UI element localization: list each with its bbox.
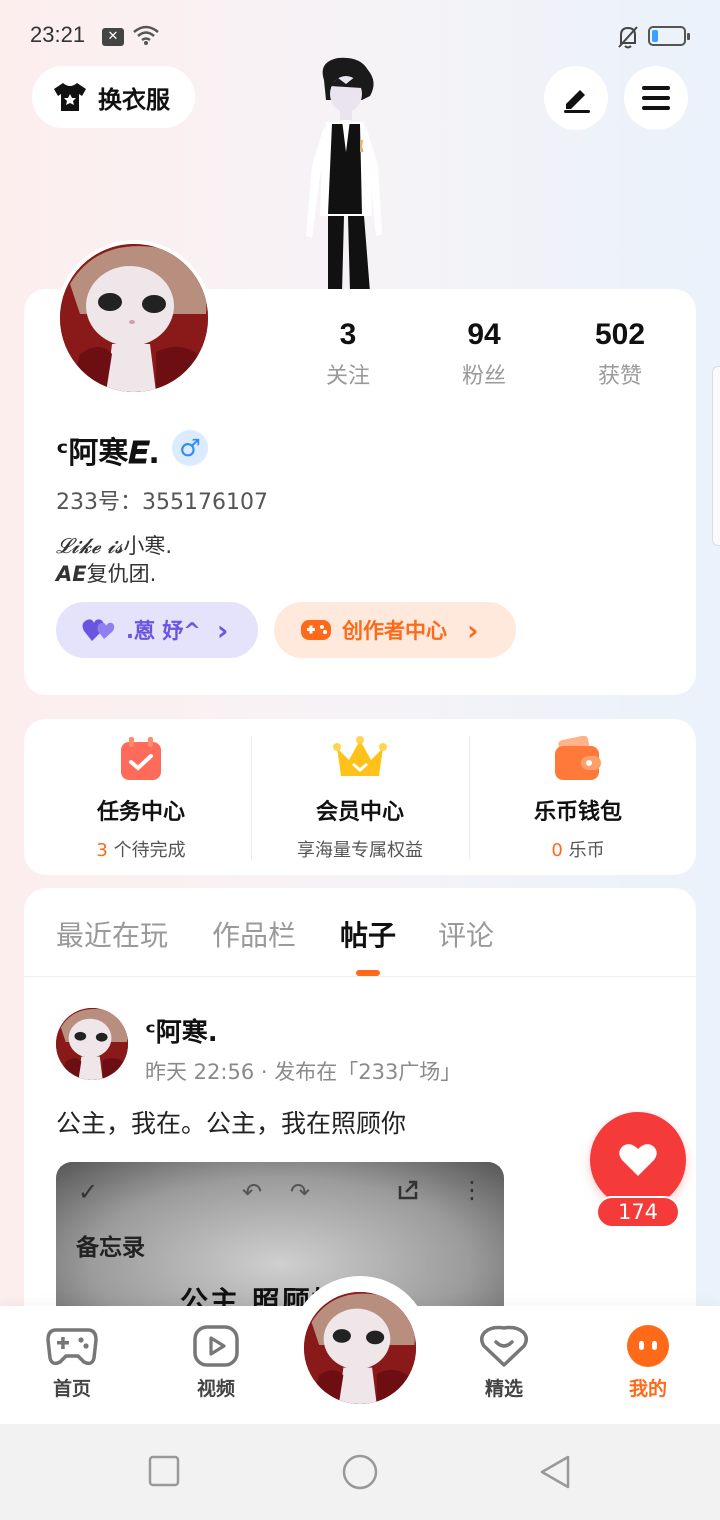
bio-script-text: 𝓛𝓲𝓴𝓮 𝓲𝓼 xyxy=(56,534,124,558)
task-center-subtitle: 3 个待完成 xyxy=(32,836,250,862)
likes-received-label: 获赞 xyxy=(597,364,642,389)
heart-chat-icon xyxy=(480,1325,528,1367)
post-author-name[interactable]: ᶜ阿寒. xyxy=(145,1012,218,1049)
heart-icon xyxy=(619,1144,657,1176)
task-pending-text: 个待完成 xyxy=(107,840,186,861)
change-outfit-label: 换衣服 xyxy=(98,85,170,114)
nav-featured[interactable]: 精选 xyxy=(454,1324,554,1401)
bio-bold-text: AE xyxy=(56,562,87,586)
avatar-character-figure[interactable] xyxy=(298,56,390,292)
undo-icon: ↶ xyxy=(242,1178,263,1206)
notification-x-icon: ✕ xyxy=(102,28,124,46)
nav-video[interactable]: 视频 xyxy=(166,1324,266,1401)
vip-benefits-text: 享海量专属权益 xyxy=(297,840,423,861)
like-button[interactable] xyxy=(590,1112,686,1208)
coin-wallet-title: 乐币钱包 xyxy=(533,800,622,825)
nav-me-label: 我的 xyxy=(628,1378,667,1400)
coin-wallet-subtitle: 0 乐币 xyxy=(469,836,687,862)
video-play-icon xyxy=(193,1325,239,1367)
coin-unit: 乐币 xyxy=(562,840,605,861)
tab-posts[interactable]: 帖子 xyxy=(340,914,396,954)
edit-button[interactable] xyxy=(544,66,608,130)
task-center-title: 任务中心 xyxy=(96,800,185,825)
memo-title: 备忘录 xyxy=(76,1235,145,1261)
likes-received-count: 502 xyxy=(594,318,646,351)
friend-relation-label: .蒽 妤^ xyxy=(126,619,201,643)
bell-muted-icon xyxy=(618,26,638,49)
crown-icon xyxy=(333,736,387,776)
friend-relation-button[interactable]: .蒽 妤^ › xyxy=(56,602,258,658)
wifi-icon xyxy=(133,25,159,45)
share-icon xyxy=(398,1180,418,1200)
bio-line-1-text: 小寒. xyxy=(123,534,173,558)
avatar-image xyxy=(60,244,208,392)
battery-icon xyxy=(648,26,690,46)
recent-apps-icon[interactable] xyxy=(148,1454,180,1488)
gamepad-icon xyxy=(46,1328,98,1366)
avatar-image xyxy=(304,1292,416,1404)
following-count: 3 xyxy=(339,318,357,351)
task-center-entry[interactable]: 任务中心 3 个待完成 xyxy=(32,736,250,862)
chevron-right-icon: › xyxy=(216,613,229,647)
nav-me[interactable]: 我的 xyxy=(598,1324,698,1401)
task-pending-count: 3 xyxy=(96,840,108,861)
nav-video-label: 视频 xyxy=(196,1378,235,1400)
coin-balance: 0 xyxy=(551,840,563,861)
tab-comments[interactable]: 评论 xyxy=(438,914,494,954)
tab-works[interactable]: 作品栏 xyxy=(212,914,296,954)
profile-face-icon xyxy=(627,1325,669,1367)
creator-center-button[interactable]: 创作者中心 › xyxy=(274,602,516,658)
pen-icon xyxy=(564,90,590,113)
side-scroll-handle[interactable] xyxy=(712,366,720,546)
nav-home[interactable]: 首页 xyxy=(22,1324,122,1401)
username: ᶜ阿寒𝑬. xyxy=(56,436,160,471)
bio-line-1: 𝓛𝓲𝓴𝓮 𝓲𝓼小寒. xyxy=(56,530,172,560)
nav-featured-label: 精选 xyxy=(484,1378,523,1400)
calendar-check-icon xyxy=(121,737,161,780)
divider xyxy=(24,976,696,977)
menu-button[interactable] xyxy=(624,66,688,130)
male-gender-icon: ♂ xyxy=(172,430,208,466)
post-author-avatar[interactable] xyxy=(56,1008,128,1080)
double-heart-icon xyxy=(82,619,115,641)
followers-label: 粉丝 xyxy=(461,364,506,389)
status-time: 23:21 xyxy=(30,22,86,47)
user-id[interactable]: 233号：355176107 xyxy=(56,484,268,516)
vip-center-entry[interactable]: 会员中心 享海量专属权益 xyxy=(251,736,469,862)
change-outfit-button[interactable]: 换衣服 xyxy=(32,66,195,128)
creator-center-label: 创作者中心 xyxy=(342,619,447,643)
home-circle-icon[interactable] xyxy=(341,1454,379,1490)
following-label: 关注 xyxy=(325,364,370,389)
bio-line-2-text: 复仇团. xyxy=(86,562,157,586)
stat-followers[interactable]: 94 粉丝 xyxy=(429,318,539,390)
coin-wallet-entry[interactable]: 乐币钱包 0 乐币 xyxy=(469,735,687,862)
center-avatar-button[interactable] xyxy=(304,1292,416,1404)
vip-center-title: 会员中心 xyxy=(315,800,404,825)
vip-center-subtitle: 享海量专属权益 xyxy=(251,836,469,862)
wallet-icon xyxy=(555,735,601,780)
more-icon: ⋮ xyxy=(460,1176,484,1204)
followers-count: 94 xyxy=(467,318,501,351)
post-meta: 昨天 22:56 · 发布在「233广场」 xyxy=(145,1060,462,1084)
post-text[interactable]: 公主，我在。公主，我在照顾你 xyxy=(56,1104,406,1140)
chevron-right-icon: › xyxy=(467,613,479,647)
stat-following[interactable]: 3 关注 xyxy=(293,318,403,390)
shirt-icon xyxy=(54,83,86,111)
redo-icon: ↷ xyxy=(290,1178,311,1206)
check-icon: ✓ xyxy=(78,1178,99,1206)
hamburger-menu-icon xyxy=(642,86,670,110)
tab-recently-played[interactable]: 最近在玩 xyxy=(56,914,168,954)
bio-line-2: AE复仇团. xyxy=(56,558,156,588)
like-count: 174 xyxy=(596,1196,680,1228)
back-triangle-icon[interactable] xyxy=(538,1454,572,1490)
gamepad-icon xyxy=(301,620,331,640)
stat-likes[interactable]: 502 获赞 xyxy=(565,318,675,390)
nav-home-label: 首页 xyxy=(52,1378,91,1400)
avatar-image xyxy=(56,1008,128,1080)
profile-avatar[interactable] xyxy=(56,240,212,396)
